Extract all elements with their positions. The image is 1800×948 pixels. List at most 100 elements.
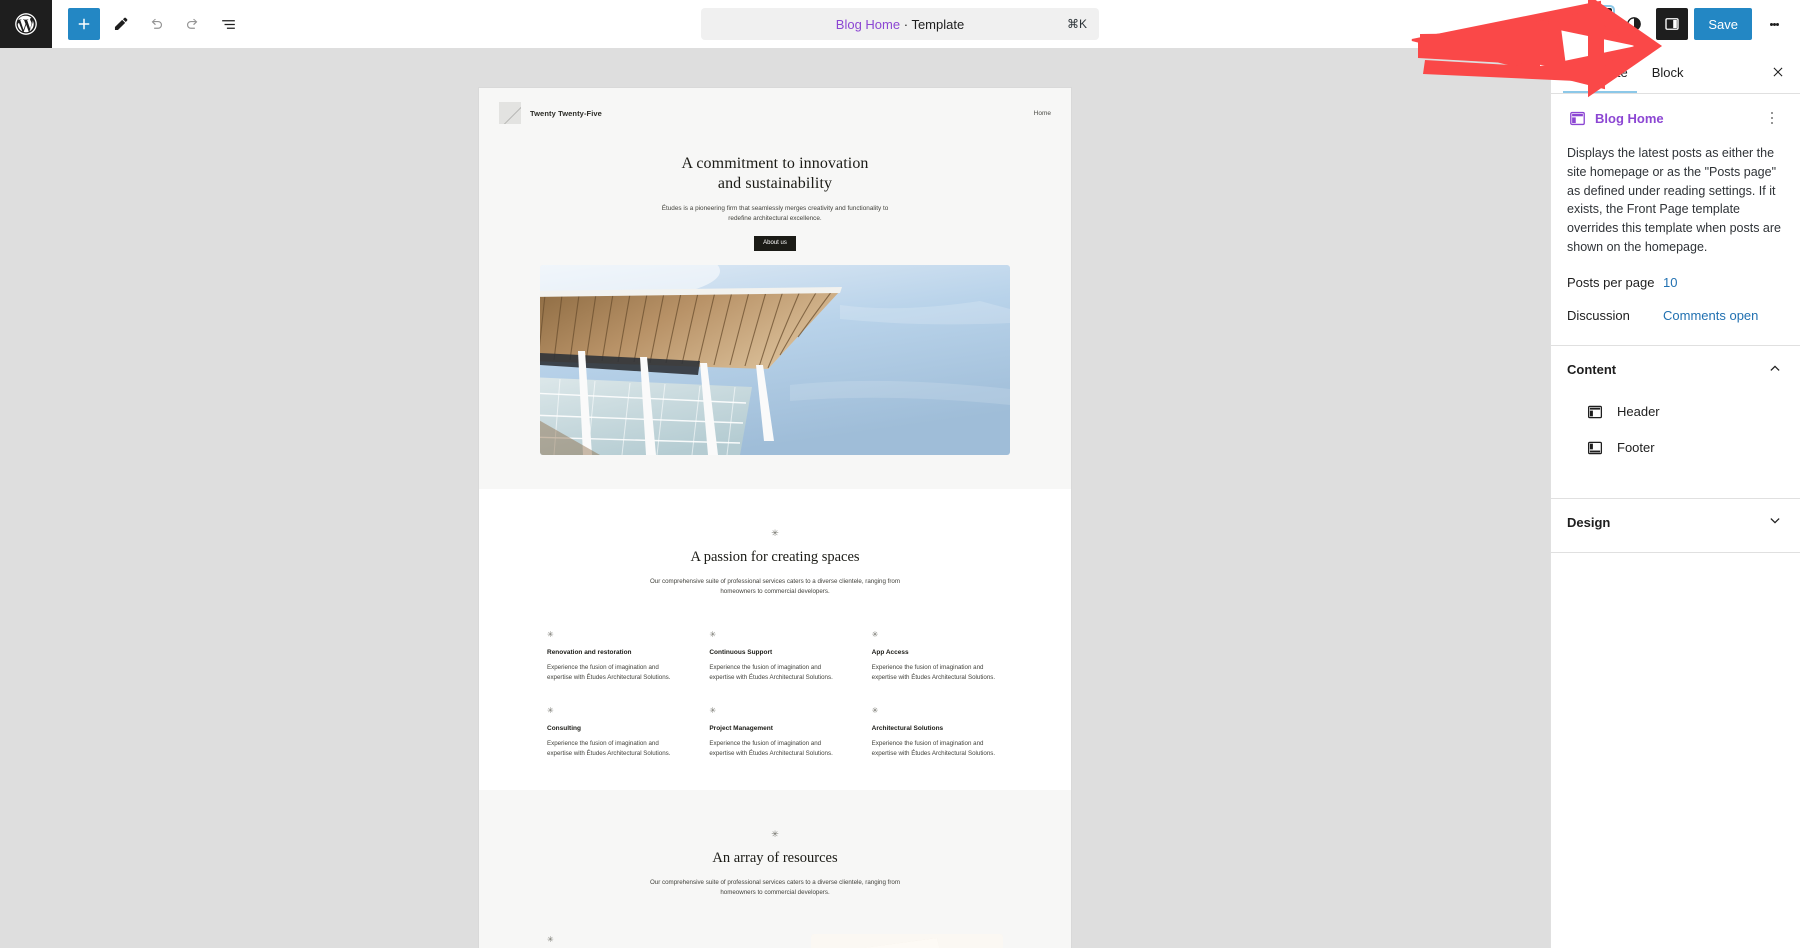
hero-heading: A commitment to innovation and sustainab…	[479, 154, 1071, 193]
more-options-button[interactable]	[1758, 8, 1790, 40]
service-card-title: Architectural Solutions	[871, 725, 944, 733]
service-card[interactable]: ✳ App Access Experience the fusion of im…	[871, 629, 1003, 683]
services-section[interactable]: ✳ A passion for creating spaces Our comp…	[479, 488, 1071, 790]
content-section-label: Content	[1567, 362, 1617, 377]
resources-heading: An array of resources	[712, 849, 838, 866]
site-nav-item-home[interactable]: Home	[1034, 110, 1051, 117]
design-section-label: Design	[1567, 515, 1611, 530]
site-preview-frame[interactable]: Twenty Twenty-Five Home A commitment to …	[479, 88, 1071, 948]
asterisk-icon: ✳	[709, 629, 717, 639]
asterisk-icon: ✳	[547, 706, 554, 716]
resource-item[interactable]: ✳ Études Architect App	[547, 934, 727, 948]
sidebar-panel-icon	[1665, 18, 1680, 30]
sidebar-item-label: Footer	[1617, 440, 1655, 455]
template-part-header-icon	[1585, 402, 1605, 422]
discussion-label: Discussion	[1567, 307, 1630, 323]
document-overview-button[interactable]	[212, 8, 244, 40]
styles-button[interactable]	[1618, 8, 1650, 40]
design-section-header[interactable]: Design	[1551, 499, 1800, 547]
list-view-icon	[221, 19, 235, 29]
settings-sidebar: Template Block Blog Home Displays the la…	[1550, 48, 1800, 948]
kebab-menu-icon	[1770, 111, 1774, 115]
content-section: Content Header Footer	[1551, 344, 1800, 476]
asterisk-divider-icon: ✳	[771, 828, 779, 839]
resources-section[interactable]: ✳ An array of resources Our comprehensiv…	[479, 789, 1071, 948]
tab-template[interactable]: Template	[1563, 56, 1640, 88]
service-card-body: Experience the fusion of imagination and…	[547, 740, 671, 758]
site-header[interactable]: Twenty Twenty-Five Home	[479, 88, 1071, 124]
editor-top-bar: Blog Home · Template ⌘K Save	[0, 0, 1800, 48]
service-card-title: App Access	[871, 648, 909, 656]
about-us-button[interactable]: About us	[754, 235, 796, 251]
service-card-title: Consulting	[547, 725, 581, 733]
site-title: Twenty Twenty-Five	[530, 108, 602, 118]
design-section: Design	[1551, 497, 1800, 547]
posts-per-page-label: Posts per page	[1567, 274, 1655, 290]
wordpress-logo-glyph	[15, 13, 37, 35]
template-title-row: Blog Home	[1567, 106, 1784, 130]
zoom-out-toggle-button[interactable]	[1580, 8, 1613, 40]
editor-canvas[interactable]: Twenty Twenty-Five Home A commitment to …	[0, 48, 1550, 948]
service-card-body: Experience the fusion of imagination and…	[871, 740, 996, 758]
site-logo-placeholder-icon	[499, 102, 521, 124]
asterisk-icon: ✳	[871, 629, 879, 639]
command-bar-subtitle: Template	[911, 16, 965, 32]
zoom-out-expand-icon	[1591, 18, 1602, 30]
posts-per-page-row: Posts per page 10	[1567, 275, 1784, 290]
service-card-body: Experience the fusion of imagination and…	[709, 663, 833, 681]
asterisk-icon: ✳	[547, 934, 554, 944]
hero-heading-line-2: and sustainability	[717, 174, 833, 192]
settings-sidebar-button[interactable]	[1656, 8, 1689, 40]
chevron-up-icon	[1766, 359, 1784, 380]
template-name: Blog Home	[1595, 110, 1664, 126]
wordpress-logo-icon[interactable]	[0, 0, 52, 48]
hero-image[interactable]	[540, 264, 1010, 455]
discussion-value[interactable]: Comments open	[1663, 308, 1758, 323]
add-block-button[interactable]	[68, 8, 100, 40]
command-bar-separator: ·	[903, 16, 909, 32]
discussion-row: Discussion Comments open	[1567, 308, 1784, 323]
close-sidebar-button[interactable]	[1764, 58, 1792, 86]
service-card-body: Experience the fusion of imagination and…	[871, 663, 996, 681]
sidebar-item-header[interactable]: Header	[1567, 394, 1784, 430]
command-bar-text: Blog Home · Template	[836, 17, 964, 32]
save-button[interactable]: Save	[1694, 8, 1752, 40]
asterisk-icon: ✳	[709, 706, 717, 716]
sidebar-item-footer[interactable]: Footer	[1567, 430, 1784, 466]
resource-image[interactable]	[811, 933, 1003, 948]
service-card[interactable]: ✳ Continuous Support Experience the fusi…	[709, 629, 840, 683]
resources-row: ✳ Études Architect App	[479, 933, 1071, 948]
top-bar-tools	[52, 8, 244, 40]
undo-icon	[151, 18, 162, 29]
command-bar-wrapper: Blog Home · Template ⌘K	[0, 0, 1800, 48]
hero-section[interactable]: A commitment to innovation and sustainab…	[479, 124, 1071, 489]
services-grid: ✳ Renovation and restoration Experience …	[479, 629, 1071, 760]
chevron-down-icon	[1766, 512, 1784, 533]
contrast-circle-icon	[1627, 17, 1642, 31]
template-actions-button[interactable]	[1760, 106, 1784, 130]
tab-block[interactable]: Block	[1640, 56, 1696, 88]
resources-subtitle: Our comprehensive suite of professional …	[649, 878, 901, 896]
service-card[interactable]: ✳ Project Management Experience the fusi…	[709, 707, 840, 759]
command-bar-shortcut: ⌘K	[1066, 17, 1087, 31]
content-section-header[interactable]: Content	[1551, 346, 1800, 394]
site-editor-window: Twenty Twenty-Five Home A commitment to …	[0, 0, 1800, 948]
architectural-canopy-photo	[540, 264, 1010, 455]
posts-per-page-value[interactable]: 10	[1663, 275, 1677, 290]
undo-button[interactable]	[140, 8, 172, 40]
redo-icon	[186, 18, 197, 29]
service-card[interactable]: ✳ Renovation and restoration Experience …	[547, 630, 678, 683]
hero-heading-line-1: A commitment to innovation	[681, 155, 869, 172]
service-card-title: Continuous Support	[709, 648, 773, 656]
person-photographing-classical-building	[811, 933, 1003, 948]
service-card[interactable]: ✳ Architectural Solutions Experience the…	[872, 707, 1003, 759]
pencil-icon	[114, 17, 127, 30]
close-icon	[1773, 67, 1783, 77]
edit-tool-button[interactable]	[104, 8, 136, 40]
service-card[interactable]: ✳ Consulting Experience the fusion of im…	[547, 707, 678, 759]
service-card-body: Experience the fusion of imagination and…	[547, 663, 671, 681]
plus-icon	[78, 18, 90, 30]
asterisk-icon: ✳	[871, 706, 879, 716]
redo-button[interactable]	[176, 8, 208, 40]
command-bar[interactable]: Blog Home · Template ⌘K	[701, 8, 1099, 40]
